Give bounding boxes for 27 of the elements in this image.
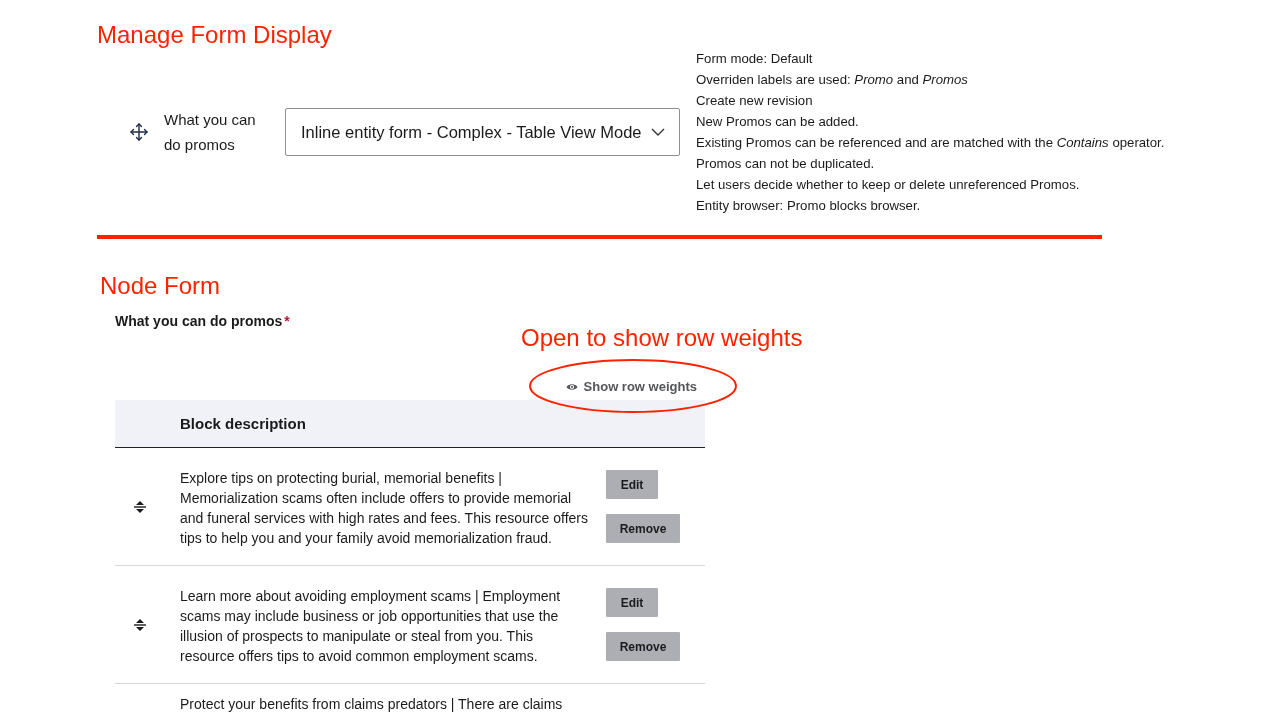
summary-line: Overriden labels are used: Promo and Promos [696, 71, 969, 89]
drag-handle-icon[interactable] [133, 499, 147, 514]
summary-line: New Promos can be added. [696, 113, 860, 131]
block-description: Protect your benefits from claims predators | There are claims [180, 695, 564, 714]
annotation-heading: Manage Form Display [97, 20, 332, 49]
eye-icon [565, 383, 578, 391]
chevron-icon [651, 128, 665, 136]
field-label: What you can do promos* [115, 312, 290, 330]
block-description: Explore tips on protecting burial, memorial benefits | Memorialization scams often include offers to provide memorial and funeral services with high rates and fees. This resource offers tips to help you and your family avoid memorialization fraud. [180, 468, 590, 548]
summary-line: Promos can not be duplicated. [696, 155, 876, 173]
drag-handle-icon[interactable] [133, 617, 147, 632]
edit-button[interactable]: Edit [606, 470, 658, 499]
remove-button[interactable]: Remove [606, 514, 680, 543]
annotation-heading: Node Form [100, 271, 221, 301]
block-description: Learn more about avoiding employment scams | Employment scams may include business or job opportunities that use the illusion of prospects to manipulate or steal from you. This resource offers tips to avoid common employment scams. [180, 586, 562, 666]
remove-button[interactable]: Remove [606, 632, 680, 661]
summary-line: Existing Promos can be referenced and are matched with the Contains operator. [696, 134, 1165, 152]
summary-line: Create new revision [696, 92, 814, 110]
move-icon[interactable] [130, 123, 148, 141]
summary-line: Form mode: Default [696, 50, 814, 68]
summary-line: Let users decide whether to keep or delete unreferenced Promos. [696, 176, 1081, 194]
edit-button[interactable]: Edit [606, 588, 658, 617]
field-name: What you can do promos [164, 110, 257, 155]
widget-select[interactable]: Inline entity form - Complex - Table View Mode [285, 108, 680, 156]
column-header: Block description [180, 415, 306, 432]
summary-line: Entity browser: Promo blocks browser. [696, 197, 922, 215]
annotation-note: Open to show row weights [521, 324, 803, 352]
